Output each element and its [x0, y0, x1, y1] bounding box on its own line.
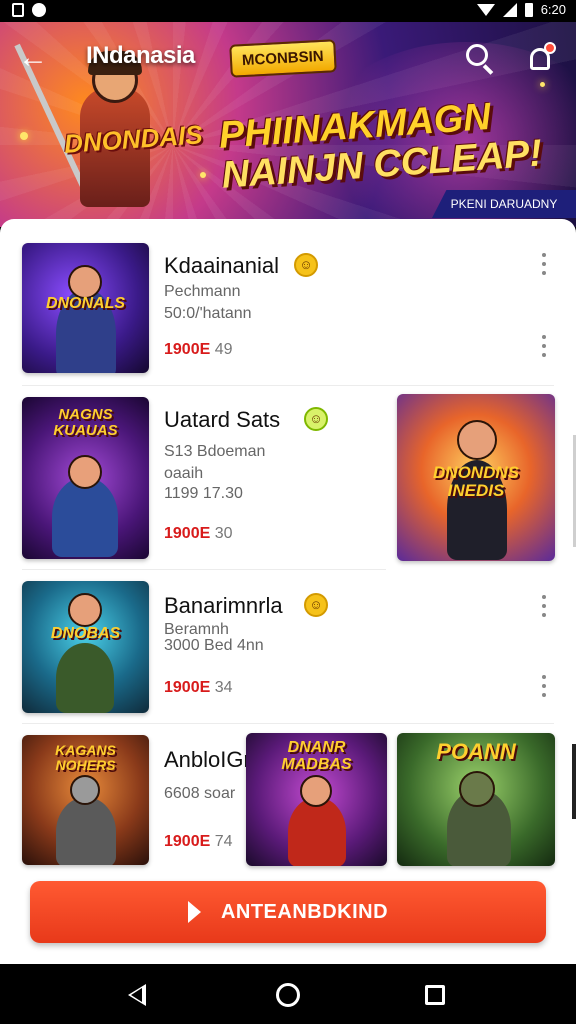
game-thumbnail[interactable]: DNOBAS — [22, 581, 149, 713]
spark-decoration — [200, 172, 206, 178]
thumbnail-logo: NAGNS KUAUAS — [53, 406, 118, 439]
more-options-button[interactable] — [534, 673, 554, 701]
status-icons: 6:20 — [476, 2, 566, 17]
banner-ribbon[interactable]: PKENI DARUADNY — [432, 190, 576, 218]
item-price: 1900E 30 — [164, 525, 233, 542]
game-list-sheet: DNONALS Kdaainanial ☺ Pechmann 50:0/'hat… — [0, 219, 576, 964]
spark-decoration — [20, 132, 28, 140]
download-button-label: ANTEANBDKIND — [220, 900, 389, 923]
more-options-button[interactable] — [534, 593, 554, 621]
item-subtitle-2: oaaih — [164, 465, 204, 482]
page-title: INdanasia — [86, 42, 195, 69]
smile-badge-icon: ☺ — [304, 407, 328, 431]
more-options-button[interactable] — [534, 251, 554, 279]
system-navigation-bar — [0, 964, 576, 1024]
status-time: 6:20 — [540, 2, 566, 17]
brand-tag: MCONBSIN — [229, 39, 337, 78]
item-price: 1900E 34 — [164, 679, 233, 696]
search-button[interactable] — [462, 40, 498, 76]
signal-icon — [502, 2, 517, 17]
thumbnail-logo: DNONDNS INEDIS — [433, 463, 519, 500]
featured-game-thumbnail[interactable]: DNANR MADBAS — [246, 733, 387, 866]
item-title[interactable]: Banarimnrla — [164, 593, 283, 619]
more-options-button[interactable] — [534, 333, 554, 361]
divider — [22, 723, 554, 724]
item-subtitle: S13 Bdoeman — [164, 443, 266, 460]
smile-badge-icon: ☺ — [294, 253, 318, 277]
thumbnail-logo: DNOBAS — [50, 625, 121, 642]
divider — [22, 569, 386, 570]
item-title[interactable]: Kdaainanial — [164, 253, 279, 279]
sim-icon — [12, 3, 24, 17]
thumbnail-logo: KAGANS NOHERS — [55, 742, 116, 773]
smile-badge-icon: ☺ — [304, 593, 328, 617]
promo-banner[interactable]: DNONDAIS ← INdanasia MCONBSIN PHIINAKMAG… — [0, 22, 576, 227]
item-subtitle: 6608 soar — [164, 785, 236, 802]
item-subtitle: Pechmann — [164, 283, 241, 300]
spark-decoration — [540, 82, 545, 87]
item-price: 1900E 74 — [164, 833, 233, 850]
featured-game-thumbnail[interactable]: POANN — [397, 733, 555, 866]
item-subtitle-2: 50:0/'hatann — [164, 305, 252, 322]
featured-game-thumbnail[interactable]: DNONDNS INEDIS — [397, 394, 555, 561]
nav-back-icon[interactable] — [128, 984, 146, 1006]
back-button[interactable]: ← — [18, 42, 54, 78]
app-notification-icon — [32, 3, 46, 17]
item-subtitle-2: 3000 Bed 4nn — [164, 637, 264, 654]
divider — [22, 385, 554, 386]
download-button[interactable]: ANTEANBDKIND — [30, 881, 546, 943]
notifications-button[interactable] — [524, 42, 560, 78]
wifi-icon — [476, 3, 495, 16]
thumbnail-logo: POANN — [436, 739, 516, 764]
status-bar: 6:20 — [0, 0, 576, 22]
battery-icon — [524, 2, 533, 17]
thumbnail-logo: DNANR MADBAS — [281, 739, 352, 773]
play-icon — [187, 901, 201, 923]
item-title[interactable]: Uatard Sats — [164, 407, 280, 433]
item-title[interactable]: AnbloIGr — [164, 747, 251, 773]
thumbnail-logo: DNONALS — [45, 295, 126, 312]
arrow-left-icon: ← — [18, 41, 48, 74]
game-thumbnail[interactable]: DNONALS — [22, 243, 149, 373]
game-thumbnail[interactable]: NAGNS KUAUAS — [22, 397, 149, 559]
scrollbar-thumb[interactable] — [572, 744, 576, 819]
game-thumbnail[interactable]: KAGANS NOHERS — [22, 735, 149, 865]
nav-home-icon[interactable] — [276, 983, 300, 1007]
notification-icons — [12, 3, 46, 17]
item-price: 1900E 49 — [164, 341, 233, 358]
item-subtitle-3: 1199 17.30 — [164, 485, 243, 502]
search-icon — [466, 44, 488, 66]
nav-recents-icon[interactable] — [425, 985, 445, 1005]
notification-dot — [544, 42, 556, 54]
